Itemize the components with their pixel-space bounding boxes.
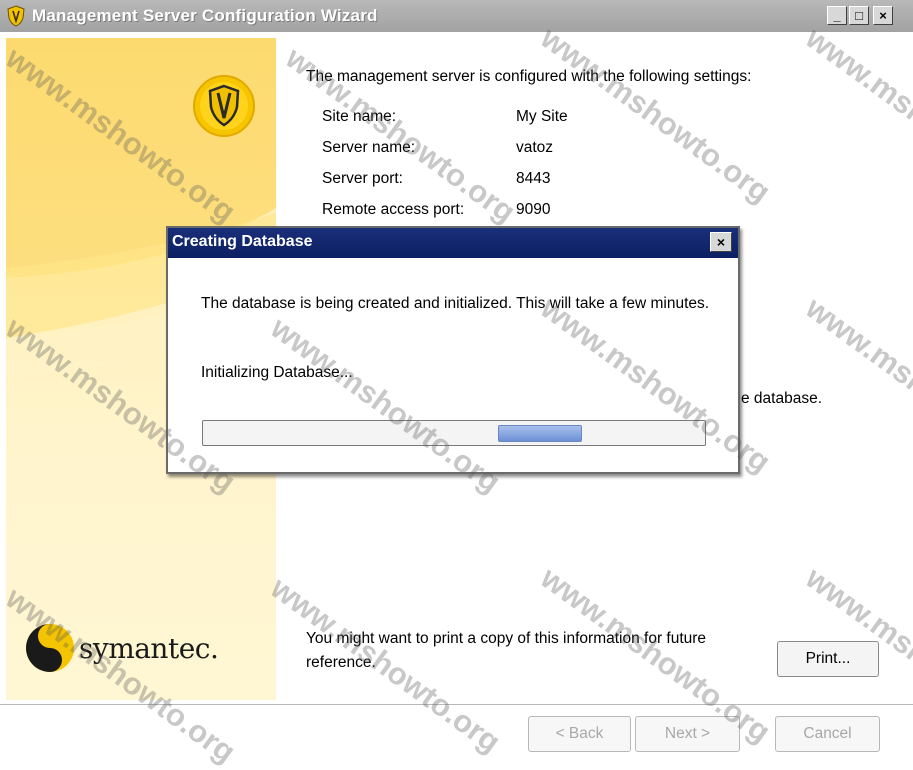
setting-row: Server port: 8443 (322, 170, 568, 201)
settings-list: Site name: My Site Server name: vatoz Se… (322, 108, 568, 232)
progress-indicator (498, 425, 582, 442)
back-button[interactable]: < Back (528, 716, 631, 752)
brand-name: symantec. (79, 632, 219, 665)
window-title: Management Server Configuration Wizard (32, 6, 378, 25)
dialog-title-bar[interactable]: Creating Database × (168, 228, 738, 258)
creating-database-dialog: Creating Database × The database is bein… (166, 226, 740, 474)
setting-label: Server name: (322, 139, 416, 156)
print-note: You might want to print a copy of this i… (306, 630, 707, 671)
shield-icon (7, 5, 25, 27)
minimize-button[interactable]: _ (827, 6, 847, 25)
partial-text: e database. (741, 390, 823, 407)
wizard-window: Management Server Configuration Wizard _… (0, 0, 913, 770)
progress-bar (202, 420, 706, 446)
watermark: www.mshowto.org (799, 290, 913, 480)
intro-text: The management server is configured with… (306, 68, 752, 85)
maximize-button[interactable]: □ (849, 6, 869, 25)
watermark: www.mshowto.org (799, 20, 913, 210)
setting-row: Server name: vatoz (322, 139, 568, 170)
dialog-status: Initializing Database... (201, 364, 353, 381)
print-button[interactable]: Print... (777, 641, 879, 677)
setting-value: 8443 (516, 170, 551, 187)
footer-divider (0, 704, 913, 706)
shield-icon (193, 75, 255, 137)
symantec-logo-icon (26, 624, 74, 672)
close-button[interactable]: × (873, 6, 893, 25)
setting-row: Site name: My Site (322, 108, 568, 139)
cancel-button[interactable]: Cancel (775, 716, 880, 752)
setting-value: vatoz (516, 139, 554, 156)
setting-label: Server port: (322, 170, 403, 187)
next-button[interactable]: Next > (635, 716, 740, 752)
dialog-close-button[interactable]: × (710, 232, 732, 252)
dialog-title: Creating Database (172, 233, 313, 250)
setting-label: Site name: (322, 108, 397, 125)
dialog-message: The database is being created and initia… (201, 295, 710, 312)
setting-value: My Site (516, 108, 568, 125)
watermark: www.mshowto.org (534, 20, 777, 210)
title-bar[interactable]: Management Server Configuration Wizard _… (0, 0, 913, 32)
